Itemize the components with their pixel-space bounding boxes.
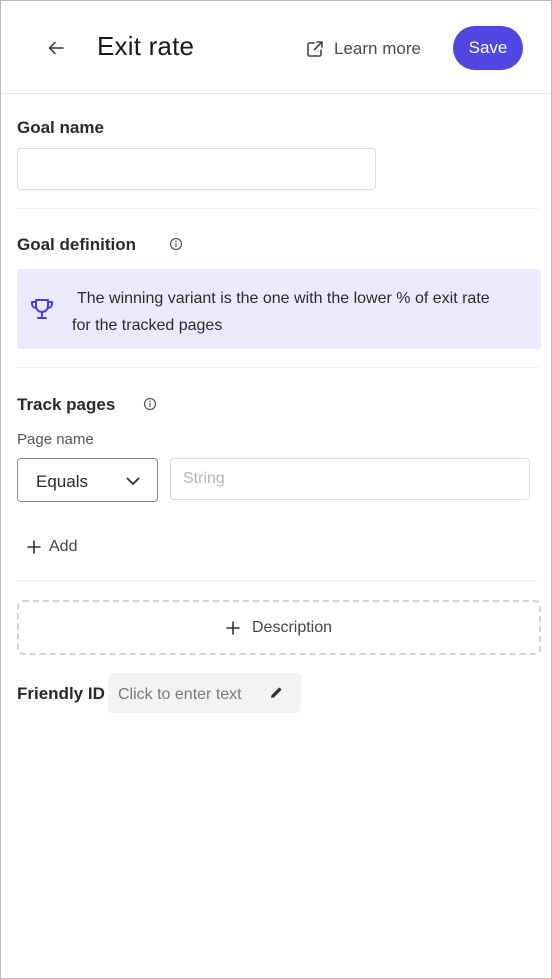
back-button[interactable] [41,33,71,63]
pencil-icon [271,687,282,698]
info-icon[interactable] [169,237,183,251]
description-label: Description [251,618,333,636]
track-pages-label: Track pages [17,395,116,414]
goal-name-label: Goal name [17,118,104,137]
add-condition-button[interactable]: Add [27,533,77,561]
page-name-label: Page name [17,431,94,448]
learn-more-label: Learn more [334,39,421,58]
save-button[interactable]: Save [453,26,523,70]
arrow-left-icon [48,41,64,55]
add-description-button[interactable]: Description [17,600,541,655]
chevron-down-icon [126,477,140,485]
goal-definition-text: The winning variant is the one with the … [72,290,490,334]
section-divider [16,580,539,581]
goal-definition-label: Goal definition [17,235,136,254]
friendly-id-placeholder: Click to enter text [118,686,242,703]
info-icon[interactable] [143,397,157,411]
external-link-icon [307,41,323,57]
operator-select[interactable]: Equals [17,458,158,502]
goal-definition-banner: The winning variant is the one with the … [17,269,541,349]
goal-editor-panel: Exit rate Learn more Save Goal name Goal… [0,0,552,979]
learn-more-link[interactable]: Learn more [306,35,421,63]
header: Exit rate Learn more Save [1,1,551,94]
page-name-value-input[interactable] [170,458,530,500]
plus-icon [27,540,41,554]
friendly-id-label: Friendly ID [17,684,105,703]
friendly-id-field[interactable]: Click to enter text [108,673,301,713]
plus-icon [226,620,240,635]
trophy-icon [31,299,53,319]
page-title: Exit rate [97,31,195,61]
section-divider [16,208,539,209]
goal-name-input[interactable] [17,148,376,190]
operator-value: Equals [36,472,88,491]
add-label: Add [49,538,78,555]
section-divider [16,367,539,368]
